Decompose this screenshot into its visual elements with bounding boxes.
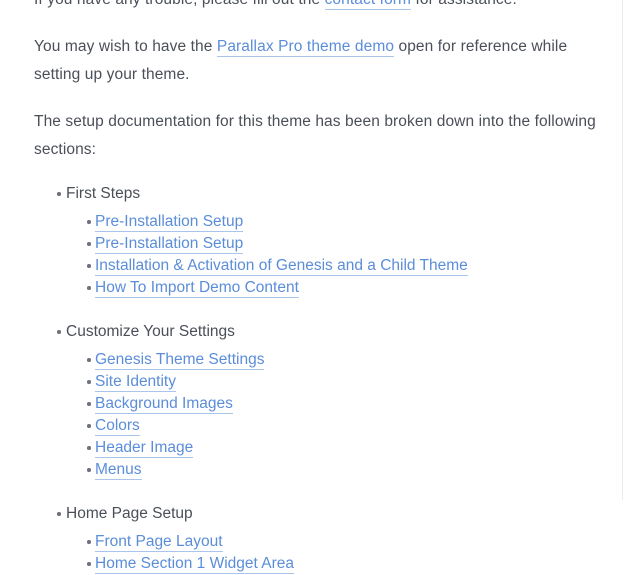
content-area-divider xyxy=(622,0,623,500)
paragraph-trouble-text-before: If you have any trouble, please fill out… xyxy=(34,0,325,8)
list-item: Installation & Activation of Genesis and… xyxy=(66,255,600,277)
section-home-page-setup-title: Home Page Setup xyxy=(66,503,600,525)
list-item: Pre-Installation Setup xyxy=(66,233,600,255)
section-customize-your-settings: Customize Your Settings Genesis Theme Se… xyxy=(34,321,600,481)
link-pre-installation-setup-1[interactable]: Pre-Installation Setup xyxy=(95,213,244,232)
link-header-image[interactable]: Header Image xyxy=(95,439,194,458)
link-genesis-theme-settings[interactable]: Genesis Theme Settings xyxy=(95,351,265,370)
paragraph-demo-text-before: You may wish to have the xyxy=(34,38,217,55)
section-home-page-setup: Home Page Setup Front Page Layout Home S… xyxy=(34,503,600,575)
paragraph-trouble: If you have any trouble, please fill out… xyxy=(34,0,600,14)
link-site-identity[interactable]: Site Identity xyxy=(95,373,176,392)
link-front-page-layout[interactable]: Front Page Layout xyxy=(95,533,223,552)
section-first-steps: First Steps Pre-Installation Setup Pre-I… xyxy=(34,183,600,299)
paragraph-demo-reference: You may wish to have the Parallax Pro th… xyxy=(34,33,600,89)
section-home-page-setup-links: Front Page Layout Home Section 1 Widget … xyxy=(66,531,600,575)
list-item: Menus xyxy=(66,459,600,481)
list-item: Header Image xyxy=(66,437,600,459)
link-how-to-import-demo-content[interactable]: How To Import Demo Content xyxy=(95,279,299,298)
list-item: Home Section 1 Widget Area xyxy=(66,553,600,575)
list-item: Pre-Installation Setup xyxy=(66,211,600,233)
list-item: Site Identity xyxy=(66,371,600,393)
link-pre-installation-setup-2[interactable]: Pre-Installation Setup xyxy=(95,235,244,254)
list-item: Background Images xyxy=(66,393,600,415)
section-first-steps-title: First Steps xyxy=(66,183,600,205)
documentation-sections-list: First Steps Pre-Installation Setup Pre-I… xyxy=(34,183,600,575)
section-customize-your-settings-links: Genesis Theme Settings Site Identity Bac… xyxy=(66,349,600,481)
link-background-images[interactable]: Background Images xyxy=(95,395,233,414)
list-item: Front Page Layout xyxy=(66,531,600,553)
paragraph-intro-sections: The setup documentation for this theme h… xyxy=(34,113,596,158)
documentation-body: If you have any trouble, please fill out… xyxy=(0,0,600,575)
list-item: How To Import Demo Content xyxy=(66,277,600,299)
contact-form-link[interactable]: contact form xyxy=(324,0,412,10)
link-menus[interactable]: Menus xyxy=(95,461,142,480)
list-item: Colors xyxy=(66,415,600,437)
parallax-pro-theme-demo-link[interactable]: Parallax Pro theme demo xyxy=(216,38,395,57)
list-item: Genesis Theme Settings xyxy=(66,349,600,371)
link-installation-activation-genesis-child-theme[interactable]: Installation & Activation of Genesis and… xyxy=(95,257,468,276)
section-customize-your-settings-title: Customize Your Settings xyxy=(66,321,600,343)
link-home-section-1-widget-area[interactable]: Home Section 1 Widget Area xyxy=(95,555,295,574)
documentation-page: If you have any trouble, please fill out… xyxy=(0,0,635,574)
paragraph-trouble-text-after: for assistance. xyxy=(411,0,517,8)
section-first-steps-links: Pre-Installation Setup Pre-Installation … xyxy=(66,211,600,299)
link-colors[interactable]: Colors xyxy=(95,417,140,436)
